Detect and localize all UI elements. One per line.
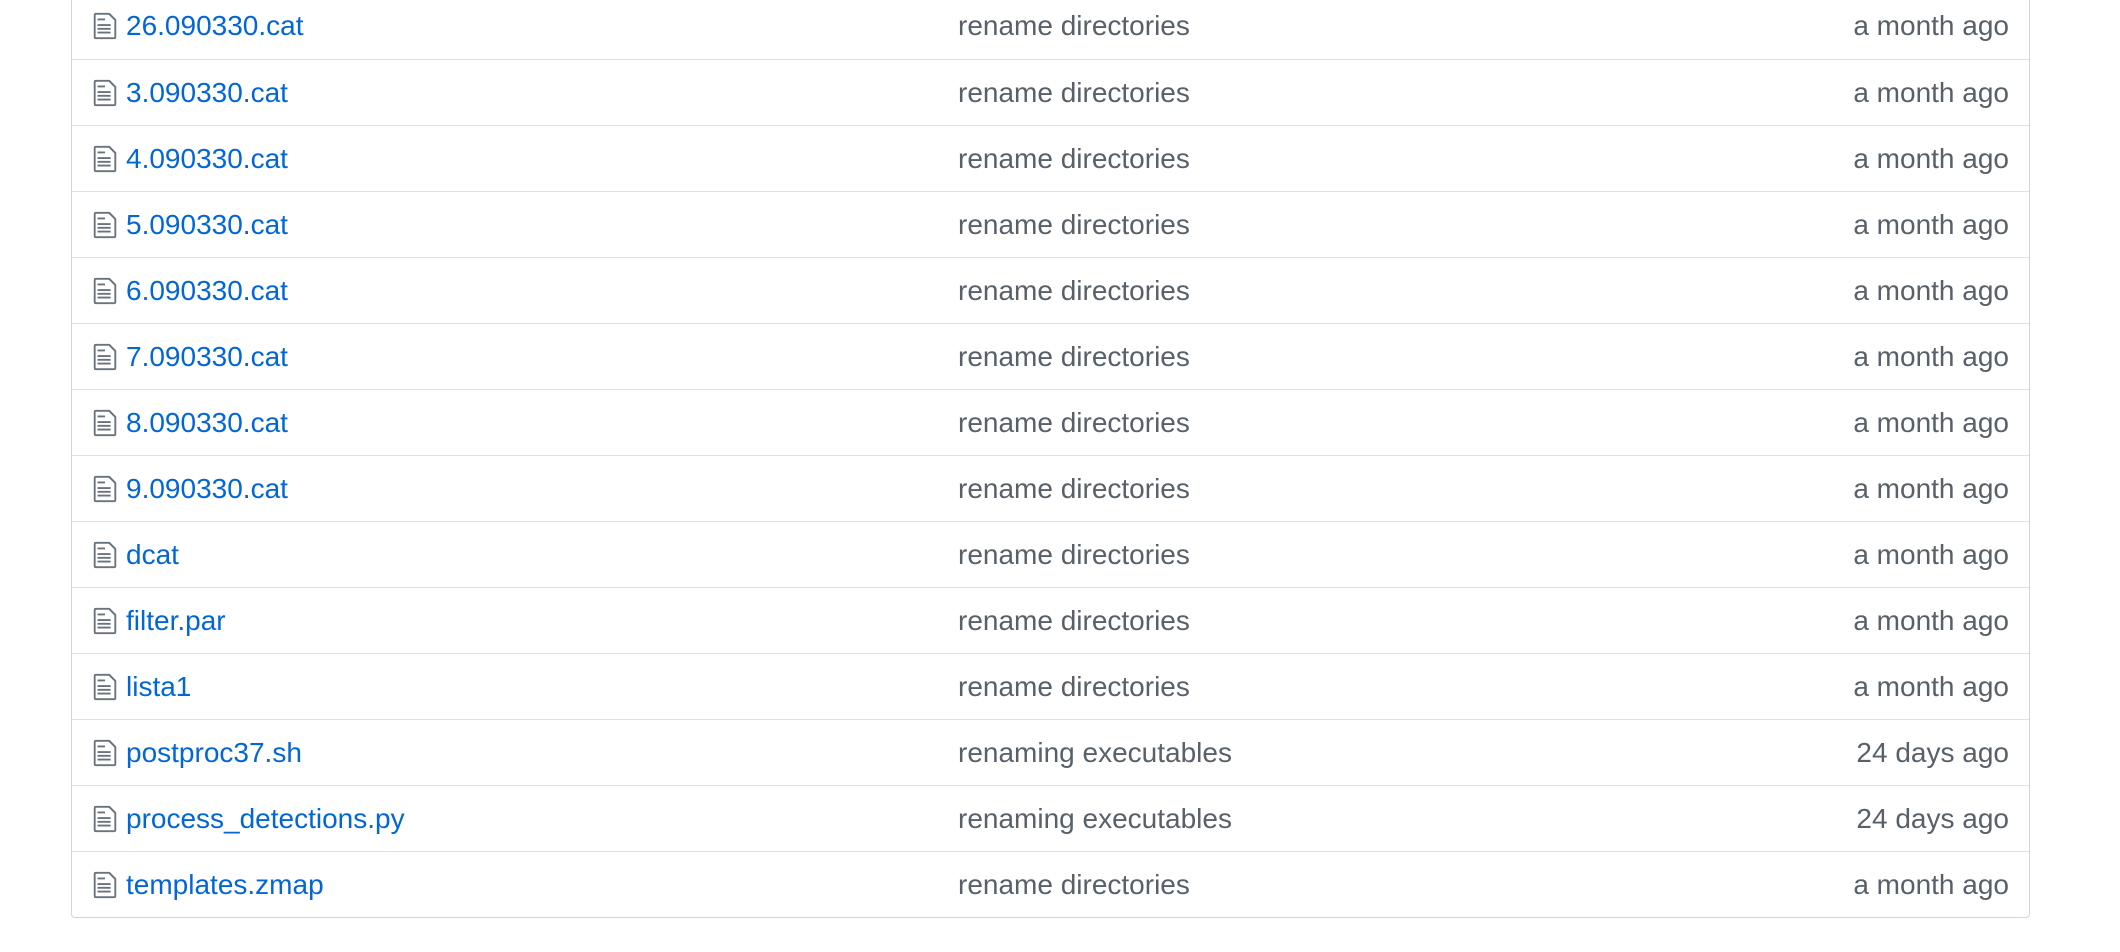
file-text-icon	[92, 143, 118, 175]
file-name-link[interactable]: templates.zmap	[126, 869, 324, 901]
file-name-link[interactable]: 9.090330.cat	[126, 473, 288, 505]
commit-message-link[interactable]: rename directories	[958, 671, 1190, 703]
file-name-link[interactable]: lista1	[126, 671, 191, 703]
file-text-icon	[92, 737, 118, 769]
file-text-icon	[92, 605, 118, 637]
commit-message-link[interactable]: renaming executables	[958, 737, 1232, 769]
file-name-link[interactable]: postproc37.sh	[126, 737, 302, 769]
commit-age: a month ago	[1853, 406, 2009, 438]
commit-age: a month ago	[1853, 10, 2009, 41]
file-text-icon	[92, 473, 118, 505]
file-name-link[interactable]: 5.090330.cat	[126, 209, 288, 241]
file-name-link[interactable]: 3.090330.cat	[126, 77, 288, 109]
file-name-link[interactable]: process_detections.py	[126, 803, 405, 835]
file-text-icon	[92, 671, 118, 703]
table-row: 5.090330.cat rename directories a month …	[72, 191, 2029, 257]
commit-age: 24 days ago	[1856, 802, 2009, 834]
file-list: 26.090330.cat rename directories a month…	[71, 0, 2030, 918]
commit-age: a month ago	[1853, 472, 2009, 504]
commit-message-link[interactable]: renaming executables	[958, 803, 1232, 835]
commit-age: a month ago	[1853, 142, 2009, 174]
commit-age: 24 days ago	[1856, 736, 2009, 768]
table-row: 6.090330.cat rename directories a month …	[72, 257, 2029, 323]
commit-message-link[interactable]: rename directories	[958, 209, 1190, 241]
file-name-link[interactable]: 7.090330.cat	[126, 341, 288, 373]
commit-age: a month ago	[1853, 208, 2009, 240]
commit-message-link[interactable]: rename directories	[958, 341, 1190, 373]
table-row: 3.090330.cat rename directories a month …	[72, 59, 2029, 125]
file-text-icon	[92, 77, 118, 109]
commit-age: a month ago	[1853, 604, 2009, 636]
commit-message-link[interactable]: rename directories	[958, 10, 1190, 42]
table-row: filter.par rename directories a month ag…	[72, 587, 2029, 653]
file-text-icon	[92, 10, 118, 42]
commit-age: a month ago	[1853, 340, 2009, 372]
commit-message-link[interactable]: rename directories	[958, 77, 1190, 109]
commit-message-link[interactable]: rename directories	[958, 275, 1190, 307]
file-text-icon	[92, 407, 118, 439]
table-row: lista1 rename directories a month ago	[72, 653, 2029, 719]
file-name-link[interactable]: 8.090330.cat	[126, 407, 288, 439]
table-row: 4.090330.cat rename directories a month …	[72, 125, 2029, 191]
table-row: 7.090330.cat rename directories a month …	[72, 323, 2029, 389]
commit-age: a month ago	[1853, 538, 2009, 570]
commit-age: a month ago	[1853, 868, 2009, 900]
commit-message-link[interactable]: rename directories	[958, 605, 1190, 637]
table-row: 26.090330.cat rename directories a month…	[72, 0, 2029, 59]
table-row: process_detections.py renaming executabl…	[72, 785, 2029, 851]
commit-message-link[interactable]: rename directories	[958, 407, 1190, 439]
table-row: 9.090330.cat rename directories a month …	[72, 455, 2029, 521]
commit-message-link[interactable]: rename directories	[958, 143, 1190, 175]
table-row: 8.090330.cat rename directories a month …	[72, 389, 2029, 455]
file-text-icon	[92, 275, 118, 307]
file-text-icon	[92, 209, 118, 241]
file-text-icon	[92, 539, 118, 571]
file-name-link[interactable]: 6.090330.cat	[126, 275, 288, 307]
file-text-icon	[92, 803, 118, 835]
commit-message-link[interactable]: rename directories	[958, 869, 1190, 901]
file-name-link[interactable]: 26.090330.cat	[126, 10, 304, 42]
file-name-link[interactable]: dcat	[126, 539, 179, 571]
file-text-icon	[92, 869, 118, 901]
commit-age: a month ago	[1853, 274, 2009, 306]
commit-message-link[interactable]: rename directories	[958, 473, 1190, 505]
file-text-icon	[92, 341, 118, 373]
commit-age: a month ago	[1853, 76, 2009, 108]
table-row: postproc37.sh renaming executables 24 da…	[72, 719, 2029, 785]
table-row: templates.zmap rename directories a mont…	[72, 851, 2029, 917]
commit-age: a month ago	[1853, 670, 2009, 702]
commit-message-link[interactable]: rename directories	[958, 539, 1190, 571]
table-row: dcat rename directories a month ago	[72, 521, 2029, 587]
file-name-link[interactable]: filter.par	[126, 605, 226, 637]
file-name-link[interactable]: 4.090330.cat	[126, 143, 288, 175]
